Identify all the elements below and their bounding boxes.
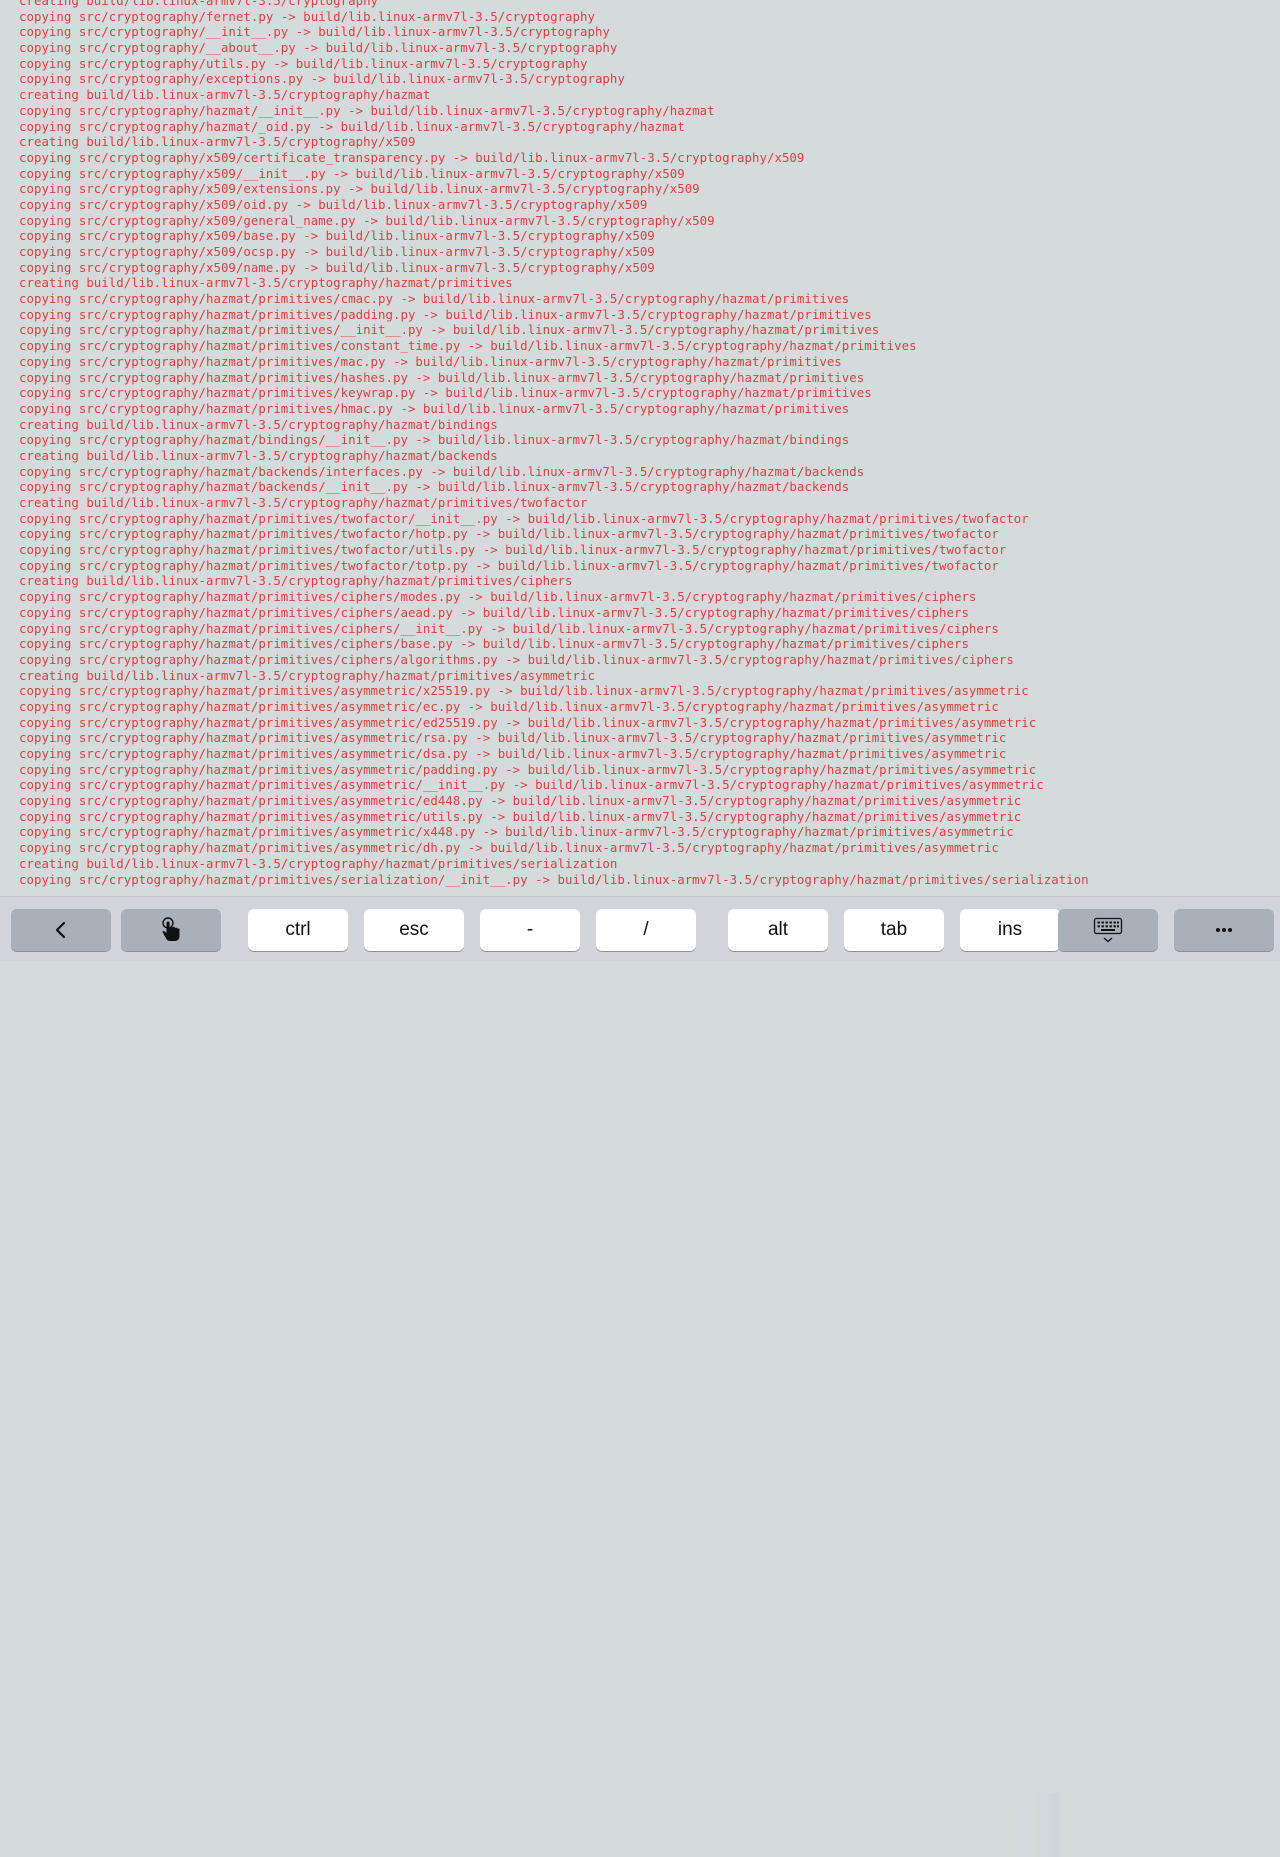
terminal-line: copying src/cryptography/hazmat/primitiv… (19, 824, 1014, 840)
terminal-line: copying src/cryptography/hazmat/primitiv… (19, 636, 969, 652)
terminal-line: copying src/cryptography/hazmat/primitiv… (19, 746, 1007, 761)
terminal-line: copying src/cryptography/hazmat/primitiv… (19, 604, 969, 620)
terminal-line: copying src/cryptography/hazmat/primitiv… (19, 714, 1037, 730)
terminal-line: copying src/cryptography/hazmat/primitiv… (19, 557, 999, 573)
terminal-line: creating build/lib.linux-armv7l-3.5/cryp… (19, 667, 595, 683)
terminal-line: copying src/cryptography/__about__.py ->… (19, 40, 618, 56)
terminal-line: copying src/cryptography/x509/general_na… (19, 212, 715, 228)
ellipsis-icon (1215, 927, 1233, 933)
back-key[interactable] (11, 909, 111, 951)
terminal-line: copying src/cryptography/hazmat/primitiv… (19, 808, 1022, 824)
terminal-line: copying src/cryptography/hazmat/_oid.py … (19, 118, 685, 134)
terminal-line: copying src/cryptography/hazmat/primitiv… (19, 306, 872, 322)
terminal-line: copying src/cryptography/x509/ocsp.py ->… (19, 244, 655, 259)
terminal-line: copying src/cryptography/hazmat/primitiv… (19, 793, 1022, 809)
esc-key[interactable]: esc (364, 909, 464, 951)
more-key[interactable] (1174, 909, 1274, 951)
terminal-line: copying src/cryptography/x509/oid.py -> … (19, 196, 648, 212)
terminal-line: copying src/cryptography/hazmat/primitiv… (19, 542, 1007, 558)
terminal-line: copying src/cryptography/hazmat/primitiv… (19, 589, 977, 605)
ins-key[interactable]: ins (960, 909, 1060, 951)
terminal-line: copying src/cryptography/x509/__init__.p… (19, 165, 685, 181)
terminal-line: creating build/lib.linux-armv7l-3.5/cryp… (19, 855, 618, 871)
terminal-line: creating build/lib.linux-armv7l-3.5/cryp… (19, 447, 498, 463)
terminal-line: copying src/cryptography/hazmat/backends… (19, 463, 865, 479)
terminal-line: copying src/cryptography/x509/name.py ->… (19, 259, 655, 275)
terminal-line: copying src/cryptography/hazmat/primitiv… (19, 761, 1037, 777)
terminal-line: copying src/cryptography/hazmat/primitiv… (19, 651, 1014, 667)
ctrl-key[interactable]: ctrl (248, 909, 348, 951)
terminal-line: copying src/cryptography/hazmat/primitiv… (19, 840, 999, 856)
terminal-line: copying src/cryptography/hazmat/bindings… (19, 432, 850, 448)
tab-key[interactable]: tab (844, 909, 944, 951)
slash-key[interactable]: / (596, 909, 696, 951)
scroll-fade (1020, 1793, 1060, 1857)
terminal-line: copying src/cryptography/hazmat/primitiv… (19, 871, 1089, 887)
terminal-line: creating build/lib.linux-armv7l-3.5/cryp… (19, 0, 379, 8)
terminal-line: copying src/cryptography/hazmat/primitiv… (19, 400, 850, 416)
terminal-line: copying src/cryptography/hazmat/primitiv… (19, 526, 999, 542)
terminal-line: copying src/cryptography/hazmat/__init__… (19, 102, 715, 118)
terminal-output[interactable]: creating build/lib.linux-armv7l-3.5/cryp… (0, 0, 1280, 890)
terminal-line: copying src/cryptography/hazmat/primitiv… (19, 730, 1007, 746)
terminal-line: copying src/cryptography/fernet.py -> bu… (19, 8, 595, 24)
terminal-line: copying src/cryptography/hazmat/primitiv… (19, 369, 865, 385)
terminal-line: copying src/cryptography/hazmat/primitiv… (19, 322, 880, 338)
hand-pointer-icon (160, 917, 182, 943)
keyboard-hide-icon (1093, 917, 1123, 943)
terminal-line: copying src/cryptography/hazmat/primitiv… (19, 385, 872, 401)
terminal-line: creating build/lib.linux-armv7l-3.5/cryp… (19, 573, 573, 589)
terminal-line: creating build/lib.linux-armv7l-3.5/cryp… (19, 495, 588, 510)
dash-key[interactable]: - (480, 909, 580, 951)
terminal-line: copying src/cryptography/hazmat/primitiv… (19, 620, 999, 636)
terminal-line: copying src/cryptography/hazmat/primitiv… (19, 698, 999, 714)
terminal-line: copying src/cryptography/hazmat/primitiv… (19, 338, 917, 354)
terminal-line: copying src/cryptography/hazmat/primitiv… (19, 353, 842, 369)
terminal-line: copying src/cryptography/hazmat/primitiv… (19, 683, 1029, 699)
terminal-line: copying src/cryptography/x509/certificat… (19, 149, 805, 165)
terminal-line: copying src/cryptography/x509/extensions… (19, 181, 700, 197)
terminal-line: creating build/lib.linux-armv7l-3.5/cryp… (19, 275, 513, 291)
terminal-line: copying src/cryptography/__init__.py -> … (19, 24, 610, 40)
extra-keys-bar: ctrl esc - / alt tab ins (0, 896, 1280, 1857)
terminal-line: copying src/cryptography/utils.py -> bui… (19, 55, 588, 71)
terminal-line: creating build/lib.linux-armv7l-3.5/cryp… (19, 416, 498, 432)
hide-keyboard-key[interactable] (1058, 909, 1158, 951)
terminal-line: copying src/cryptography/hazmat/primitiv… (19, 291, 850, 307)
terminal-line: copying src/cryptography/hazmat/primitiv… (19, 510, 1029, 526)
terminal-line: creating build/lib.linux-armv7l-3.5/cryp… (19, 87, 431, 103)
chevron-left-icon (54, 921, 68, 939)
touch-mode-key[interactable] (121, 909, 221, 951)
alt-key[interactable]: alt (728, 909, 828, 951)
terminal-lines: creating build/lib.linux-armv7l-3.5/cryp… (19, 0, 1089, 887)
terminal-line: copying src/cryptography/hazmat/backends… (19, 479, 850, 495)
terminal-line: creating build/lib.linux-armv7l-3.5/cryp… (19, 134, 416, 150)
terminal-line: copying src/cryptography/exceptions.py -… (19, 71, 625, 87)
terminal-line: copying src/cryptography/hazmat/primitiv… (19, 777, 1044, 793)
terminal-line: copying src/cryptography/x509/base.py ->… (19, 228, 655, 244)
